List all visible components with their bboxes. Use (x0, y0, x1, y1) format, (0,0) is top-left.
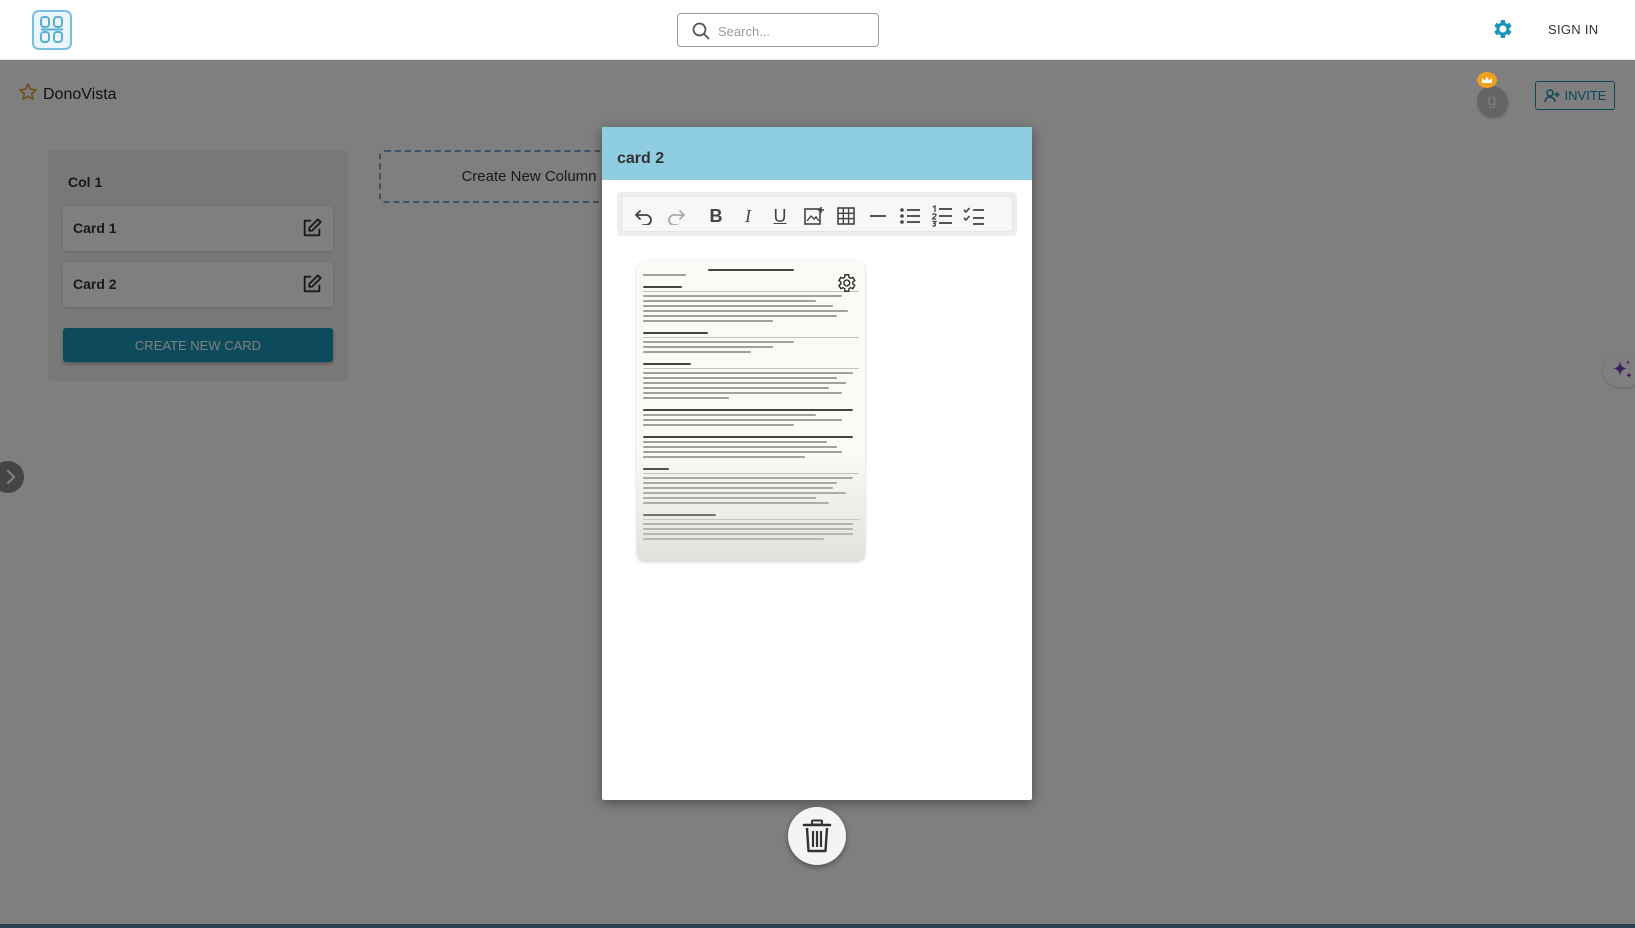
logo-icon (40, 16, 63, 43)
italic-button[interactable]: I (736, 205, 760, 227)
bullet-list-icon (900, 208, 920, 224)
insert-image-button[interactable] (802, 205, 826, 227)
search-icon (692, 22, 710, 40)
search-box[interactable] (677, 13, 879, 47)
checklist-button[interactable] (962, 205, 986, 227)
checklist-icon (963, 207, 984, 225)
resume-image[interactable] (637, 261, 865, 561)
image-icon (804, 207, 824, 225)
delete-card-button[interactable] (788, 807, 846, 865)
undo-icon (635, 210, 652, 225)
crown-icon (1477, 72, 1497, 88)
gear-icon (1494, 20, 1512, 38)
modal-header: card 2 (602, 127, 1032, 180)
insert-table-button[interactable] (834, 205, 858, 227)
settings-button[interactable] (1490, 17, 1514, 46)
bullet-list-button[interactable] (898, 205, 922, 227)
redo-button[interactable] (664, 205, 688, 227)
trash-icon (802, 819, 832, 853)
search-input[interactable] (718, 21, 868, 41)
editor-toolbar: B I U (617, 192, 1017, 236)
top-navbar: SIGN IN (0, 0, 1635, 60)
app-logo[interactable] (32, 10, 72, 50)
table-icon (837, 207, 855, 225)
redo-icon (668, 210, 685, 225)
horizontal-rule-button[interactable] (866, 205, 890, 227)
bold-button[interactable]: B (704, 205, 728, 227)
horizontal-rule-icon (870, 215, 886, 217)
numbered-list-button[interactable] (930, 205, 954, 227)
card-modal: card 2 B I U (602, 127, 1032, 800)
image-settings-icon[interactable] (835, 272, 857, 294)
bottom-border (0, 924, 1635, 928)
sign-in-link[interactable]: SIGN IN (1548, 22, 1599, 37)
underline-button[interactable]: U (768, 205, 792, 227)
modal-title[interactable]: card 2 (617, 150, 664, 168)
numbered-list-icon (931, 205, 952, 227)
undo-button[interactable] (632, 205, 656, 227)
